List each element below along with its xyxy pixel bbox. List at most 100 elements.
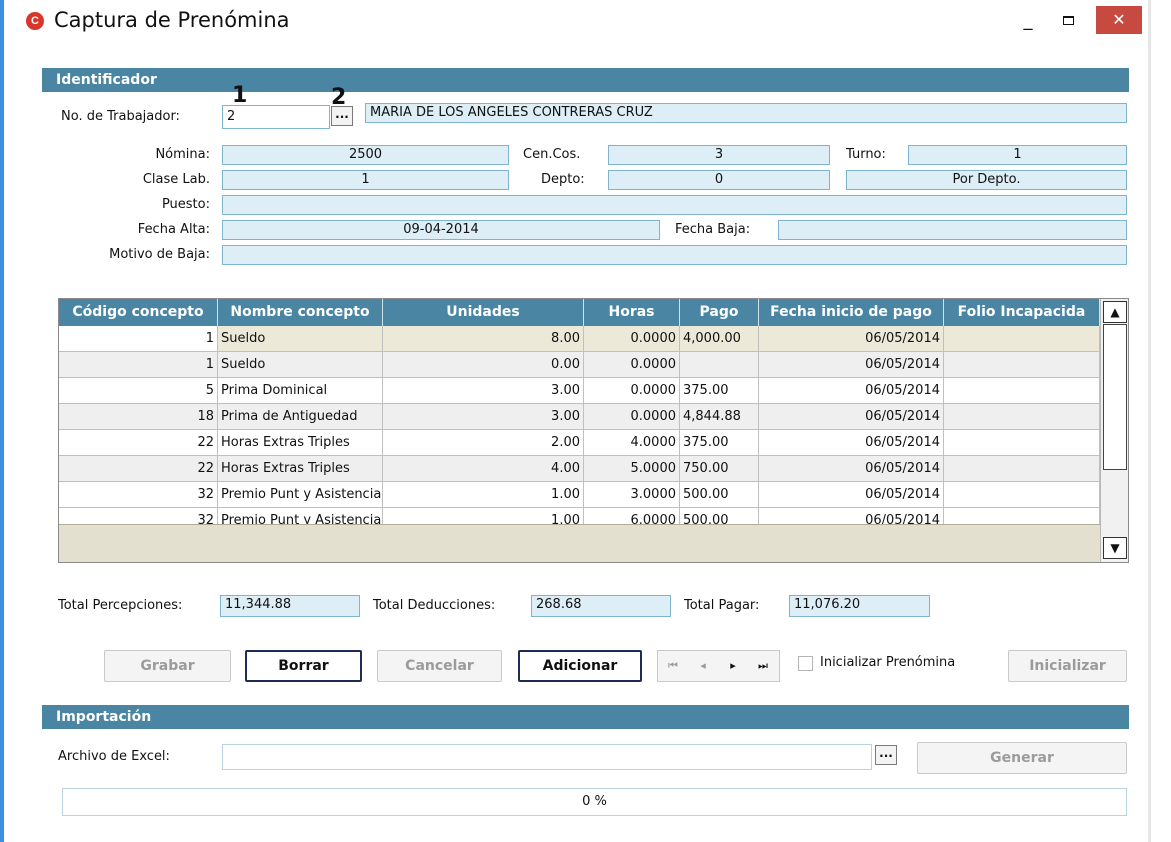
table-cell[interactable]: 06/05/2014 xyxy=(759,404,944,430)
table-row[interactable]: 1 Sueldo 8.00 0.0000 4,000.00 06/05/2014 xyxy=(59,326,1100,352)
table-cell[interactable]: 06/05/2014 xyxy=(759,430,944,456)
nav-first-icon[interactable]: ⏮ xyxy=(658,651,688,681)
motivo-field xyxy=(222,245,1127,265)
maximize-button[interactable] xyxy=(1050,6,1086,36)
table-cell[interactable]: 750.00 xyxy=(680,456,759,482)
table-cell[interactable]: 500.00 xyxy=(680,482,759,508)
app-icon: C xyxy=(26,12,44,30)
table-cell[interactable]: 3.00 xyxy=(383,378,584,404)
table-cell[interactable]: 22 xyxy=(59,456,218,482)
progress-text: 0 % xyxy=(582,794,607,809)
table-cell[interactable]: 375.00 xyxy=(680,378,759,404)
table-cell[interactable]: Premio Punt y Asistencia xyxy=(218,482,383,508)
minimize-button[interactable]: _ xyxy=(1010,6,1046,36)
table-cell[interactable]: 1 xyxy=(59,326,218,352)
table-cell[interactable]: 06/05/2014 xyxy=(759,456,944,482)
table-cell[interactable]: 0.0000 xyxy=(584,326,680,352)
table-cell[interactable]: 22 xyxy=(59,430,218,456)
column-header[interactable]: Pago xyxy=(680,299,759,326)
table-cell[interactable]: Sueldo xyxy=(218,352,383,378)
column-header[interactable]: Fecha inicio de pago xyxy=(759,299,944,326)
table-cell[interactable]: Sueldo xyxy=(218,326,383,352)
close-button[interactable]: ✕ xyxy=(1096,6,1142,34)
table-cell[interactable] xyxy=(944,378,1100,404)
table-row[interactable]: 1 Sueldo 0.00 0.0000 06/05/2014 xyxy=(59,352,1100,378)
table-cell[interactable]: 4,000.00 xyxy=(680,326,759,352)
table-cell[interactable]: 3.0000 xyxy=(584,482,680,508)
archivo-browse-button[interactable]: ... xyxy=(875,745,897,765)
adicionar-button[interactable]: Adicionar xyxy=(518,650,642,682)
window-title: Captura de Prenómina xyxy=(54,8,290,32)
depto-field: 0 xyxy=(608,170,830,190)
table-cell[interactable] xyxy=(944,482,1100,508)
scroll-thumb[interactable] xyxy=(1103,324,1127,470)
grid-scrollbar[interactable]: ▲ ▼ xyxy=(1100,299,1128,562)
trabajador-lookup-button[interactable]: ... xyxy=(331,106,353,126)
table-cell[interactable]: 06/05/2014 xyxy=(759,352,944,378)
table-cell[interactable]: 06/05/2014 xyxy=(759,326,944,352)
table-cell[interactable]: 32 xyxy=(59,482,218,508)
generar-button[interactable]: Generar xyxy=(917,742,1127,774)
nav-last-icon[interactable]: ⏭ xyxy=(748,651,778,681)
table-cell[interactable]: 4.00 xyxy=(383,456,584,482)
table-row[interactable]: 32 Premio Punt y Asistencia 1.00 3.0000 500.… xyxy=(59,482,1100,508)
table-cell[interactable]: 1 xyxy=(59,352,218,378)
table-cell[interactable] xyxy=(944,326,1100,352)
borrar-button[interactable]: Borrar xyxy=(245,650,362,682)
inicializar-prenomina-label: Inicializar Prenómina xyxy=(820,655,956,670)
table-cell[interactable]: Prima de Antiguedad xyxy=(218,404,383,430)
table-cell[interactable]: 06/05/2014 xyxy=(759,378,944,404)
table-cell[interactable] xyxy=(944,456,1100,482)
column-header[interactable]: Código concepto xyxy=(59,299,218,326)
trabajador-input[interactable]: 2 xyxy=(222,105,330,129)
table-cell[interactable]: 0.0000 xyxy=(584,378,680,404)
scroll-up-icon[interactable]: ▲ xyxy=(1103,301,1127,323)
table-cell[interactable]: 1.00 xyxy=(383,482,584,508)
fecha-alta-field: 09-04-2014 xyxy=(222,220,660,240)
table-cell[interactable]: 3.00 xyxy=(383,404,584,430)
table-cell[interactable]: Horas Extras Triples xyxy=(218,456,383,482)
nomina-label: Nómina: xyxy=(155,147,210,162)
table-row[interactable]: 18 Prima de Antiguedad 3.00 0.0000 4,844.88 0… xyxy=(59,404,1100,430)
trabajador-nombre: MARIA DE LOS ANGELES CONTRERAS CRUZ xyxy=(365,103,1127,123)
grid-footer xyxy=(59,524,1100,562)
table-row[interactable]: 22 Horas Extras Triples 2.00 4.0000 375.00 06… xyxy=(59,430,1100,456)
table-cell[interactable]: 0.0000 xyxy=(584,352,680,378)
table-cell[interactable]: 0.00 xyxy=(383,352,584,378)
motivo-label: Motivo de Baja: xyxy=(109,247,210,262)
scroll-down-icon[interactable]: ▼ xyxy=(1103,537,1127,559)
table-cell[interactable]: 5 xyxy=(59,378,218,404)
column-header[interactable]: Horas xyxy=(584,299,680,326)
table-cell[interactable]: 18 xyxy=(59,404,218,430)
inicializar-button[interactable]: Inicializar xyxy=(1008,650,1127,682)
table-cell[interactable]: 2.00 xyxy=(383,430,584,456)
fecha-alta-label: Fecha Alta: xyxy=(137,222,210,237)
grabar-button[interactable]: Grabar xyxy=(104,650,231,682)
table-cell[interactable]: 4.0000 xyxy=(584,430,680,456)
nav-next-icon[interactable]: ▸ xyxy=(718,651,748,681)
column-header[interactable]: Unidades xyxy=(383,299,584,326)
import-progress-bar: 0 % xyxy=(62,788,1127,816)
table-cell[interactable]: Horas Extras Triples xyxy=(218,430,383,456)
conceptos-grid[interactable]: Código concepto Nombre concepto Unidades Ho… xyxy=(58,298,1129,563)
table-cell[interactable] xyxy=(944,430,1100,456)
table-cell[interactable]: 5.0000 xyxy=(584,456,680,482)
table-cell[interactable]: 375.00 xyxy=(680,430,759,456)
table-cell[interactable]: Prima Dominical xyxy=(218,378,383,404)
section-identificador: Identificador xyxy=(42,68,1129,92)
table-cell[interactable]: 8.00 xyxy=(383,326,584,352)
archivo-excel-input[interactable] xyxy=(222,744,872,770)
column-header[interactable]: Folio Incapacida xyxy=(944,299,1100,326)
cancelar-button[interactable]: Cancelar xyxy=(377,650,502,682)
table-row[interactable]: 22 Horas Extras Triples 4.00 5.0000 750.00 06… xyxy=(59,456,1100,482)
inicializar-prenomina-checkbox[interactable] xyxy=(798,656,813,671)
table-cell[interactable]: 06/05/2014 xyxy=(759,482,944,508)
nav-prev-icon[interactable]: ◂ xyxy=(688,651,718,681)
table-cell[interactable]: 4,844.88 xyxy=(680,404,759,430)
table-cell[interactable] xyxy=(944,352,1100,378)
table-cell[interactable] xyxy=(680,352,759,378)
table-cell[interactable]: 0.0000 xyxy=(584,404,680,430)
table-row[interactable]: 5 Prima Dominical 3.00 0.0000 375.00 06/05/20… xyxy=(59,378,1100,404)
column-header[interactable]: Nombre concepto xyxy=(218,299,383,326)
table-cell[interactable] xyxy=(944,404,1100,430)
